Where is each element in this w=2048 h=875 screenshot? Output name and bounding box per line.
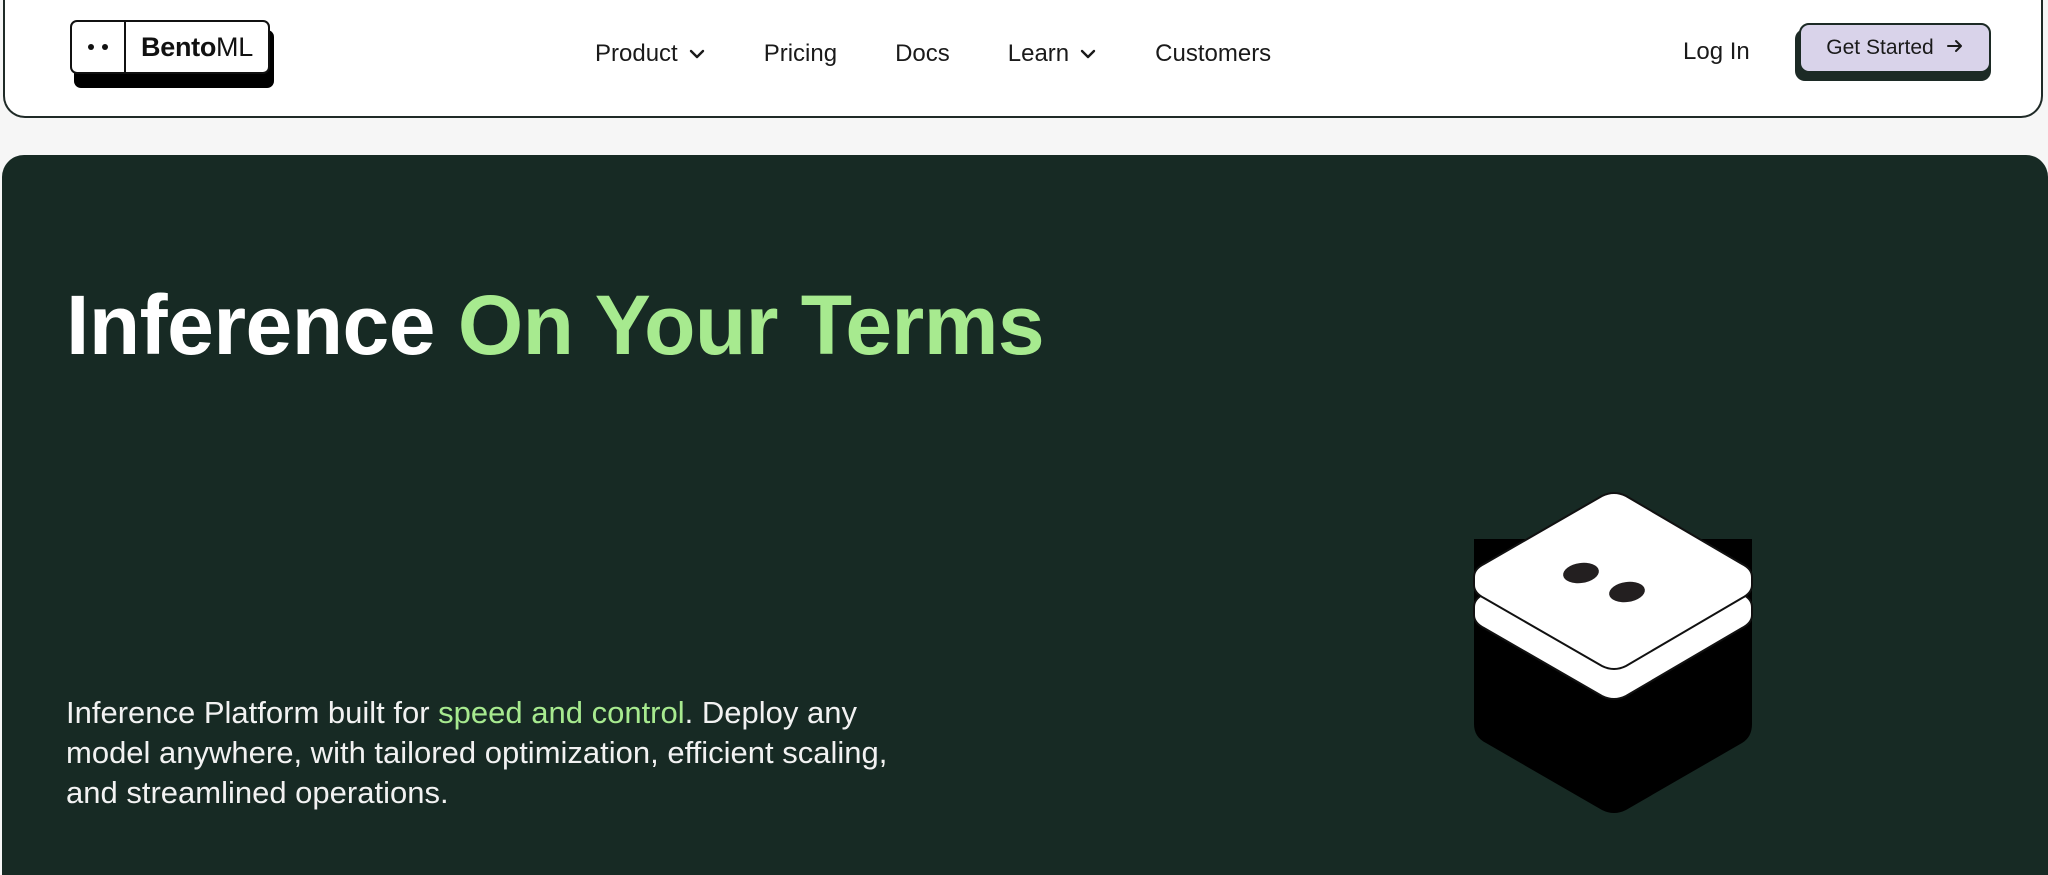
nav-item-label: Product — [595, 40, 678, 67]
arrow-right-icon — [1946, 36, 1964, 60]
nav-item-label: Pricing — [763, 40, 838, 67]
hero-title-plain: Inference — [66, 278, 458, 372]
login-link[interactable]: Log In — [1683, 38, 1750, 66]
nav-item-docs[interactable]: Docs — [895, 40, 950, 68]
hero-section: Inference On Your Terms Inference Platfo… — [2, 155, 2048, 875]
logo-box: Bento ML — [70, 20, 270, 74]
nav-item-product[interactable]: Product — [595, 40, 706, 68]
logo-light-text: ML — [216, 31, 253, 62]
hero-sub-before: Inference Platform built for — [66, 695, 439, 730]
cta-face: Get Started — [1799, 23, 1991, 73]
hero-title: Inference On Your Terms — [66, 277, 1045, 374]
nav-item-customers[interactable]: Customers — [1155, 40, 1271, 68]
main-nav: Product Pricing Docs Learn Customers — [595, 34, 1329, 74]
logo-wordmark: Bento ML — [126, 22, 268, 72]
logo-dots-icon — [72, 22, 126, 72]
hero-subtext: Inference Platform built for speed and c… — [66, 693, 926, 813]
nav-item-pricing[interactable]: Pricing — [764, 40, 837, 68]
chevron-down-icon — [688, 48, 706, 60]
nav-item-label: Docs — [895, 40, 950, 67]
top-navbar: Bento ML Product Pricing Docs Learn Custo… — [3, 0, 2043, 118]
bentoml-logo[interactable]: Bento ML — [70, 20, 276, 88]
nav-item-label: Customers — [1155, 40, 1272, 67]
bento-box-illustration — [1462, 465, 1762, 815]
chevron-down-icon — [1079, 48, 1097, 60]
cta-label: Get Started — [1826, 36, 1934, 59]
hero-sub-highlight: speed and control — [438, 695, 685, 730]
hero-title-accent: On Your Terms — [457, 278, 1045, 372]
logo-bold-text: Bento — [141, 31, 217, 62]
nav-item-label: Learn — [1007, 40, 1070, 67]
get-started-button[interactable]: Get Started — [1795, 23, 1991, 81]
nav-item-learn[interactable]: Learn — [1008, 40, 1097, 68]
